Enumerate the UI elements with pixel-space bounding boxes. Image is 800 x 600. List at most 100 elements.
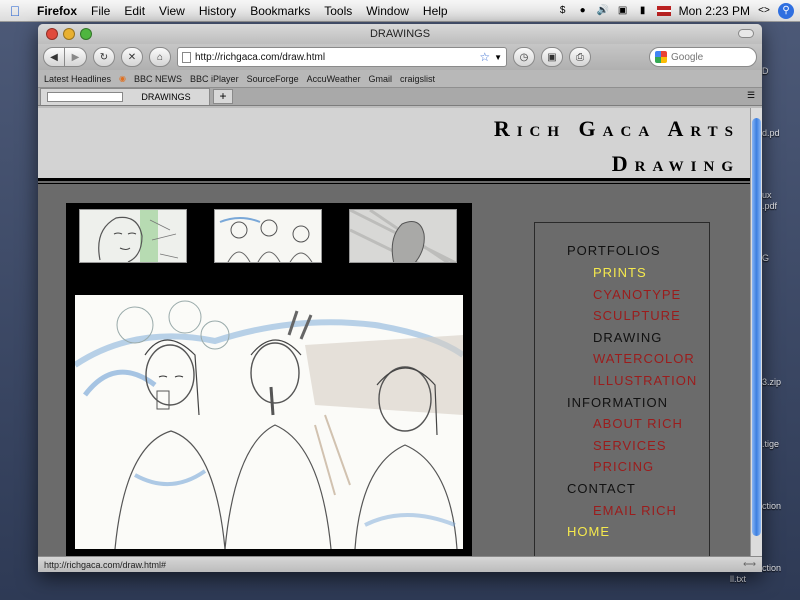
header-divider <box>38 178 750 181</box>
menu-view[interactable]: View <box>152 4 192 18</box>
drawing-gallery <box>66 203 472 556</box>
tab-label: DRAWINGS <box>141 92 191 102</box>
reload-button[interactable]: ↻ <box>93 47 115 67</box>
search-box[interactable] <box>649 47 757 67</box>
nav-illustration[interactable]: ILLUSTRATION <box>593 373 697 388</box>
menu-help[interactable]: Help <box>416 4 455 18</box>
address-bar[interactable]: http://richgaca.com/draw.html ☆ ▼ <box>177 47 507 67</box>
menu-app-firefox[interactable]: Firefox <box>30 4 84 18</box>
site-navigation: PORTFOLIOS PRINTS CYANOTYPE SCULPTURE DR… <box>534 222 710 556</box>
print-button[interactable]: ⎙ <box>569 47 591 67</box>
back-button[interactable]: ◀ <box>43 47 65 67</box>
screenshot-button[interactable]: ▣ <box>541 47 563 67</box>
desktop-label[interactable]: .pdf <box>762 201 777 211</box>
bookmark-latest-headlines[interactable]: Latest Headlines <box>44 74 111 84</box>
forward-button[interactable]: ▶ <box>65 47 87 67</box>
status-text: http://richgaca.com/draw.html# <box>44 559 167 570</box>
bookmark-gmail[interactable]: Gmail <box>368 74 392 84</box>
desktop-label[interactable]: G <box>762 253 769 263</box>
menubar-clock[interactable]: Mon 2:23 PM <box>679 4 750 18</box>
desktop-label[interactable]: d.pd <box>762 128 780 138</box>
page-heading: Drawing <box>611 151 740 176</box>
bookmark-sourceforge[interactable]: SourceForge <box>247 74 299 84</box>
display-icon[interactable]: ▣ <box>617 5 629 17</box>
desktop-label[interactable]: .tige <box>762 439 779 449</box>
browser-window: DRAWINGS ◀ ▶ ↻ ✕ ⌂ http://richgaca.com/d… <box>38 24 762 572</box>
tab-list-icon[interactable]: ☰ <box>744 90 758 102</box>
battery-icon[interactable]: ▮ <box>637 5 649 17</box>
nav-services[interactable]: SERVICES <box>593 438 667 453</box>
thumbnail-drawing-1[interactable] <box>79 209 187 263</box>
featured-drawing-image <box>75 295 463 549</box>
minimize-window-icon[interactable] <box>63 28 75 40</box>
volume-icon[interactable]: 🔊 <box>597 5 609 17</box>
menu-edit[interactable]: Edit <box>117 4 152 18</box>
nav-cyanotype[interactable]: CYANOTYPE <box>593 287 681 302</box>
page-icon <box>47 92 123 102</box>
desktop-label[interactable]: ux <box>762 190 772 200</box>
nav-portfolios: PORTFOLIOS <box>567 243 661 258</box>
thumbnail-three-girls-image <box>215 210 321 262</box>
bookmark-bbc-news[interactable]: BBC NEWS <box>134 74 182 84</box>
nav-drawing[interactable]: DRAWING <box>593 330 662 345</box>
site-header: Rich Gaca Arts Drawing <box>38 108 750 178</box>
menu-bookmarks[interactable]: Bookmarks <box>243 4 317 18</box>
code-icon[interactable]: <> <box>758 5 770 17</box>
google-icon[interactable] <box>655 51 667 63</box>
window-title: DRAWINGS <box>369 28 431 40</box>
apple-menu-icon[interactable]:  <box>0 3 30 19</box>
flag-icon[interactable] <box>656 5 671 16</box>
thumbnail-profile-image <box>350 210 456 262</box>
nav-prints[interactable]: PRINTS <box>593 265 647 280</box>
url-text[interactable]: http://richgaca.com/draw.html <box>195 52 475 63</box>
nav-home[interactable]: HOME <box>567 524 610 539</box>
vertical-scrollbar[interactable] <box>750 108 762 556</box>
nav-about-rich[interactable]: ABOUT RICH <box>593 416 683 431</box>
desktop-label[interactable]: 3.zip <box>762 377 781 387</box>
home-button[interactable]: ⌂ <box>149 47 171 67</box>
thumbnail-drawing-3[interactable] <box>349 209 457 263</box>
history-button[interactable]: ◷ <box>513 47 535 67</box>
header-divider-thin <box>38 183 750 184</box>
menu-history[interactable]: History <box>192 4 243 18</box>
new-tab-button[interactable]: + <box>213 89 233 104</box>
bookmark-bbc-iplayer[interactable]: BBC iPlayer <box>190 74 239 84</box>
zoom-window-icon[interactable] <box>80 28 92 40</box>
nav-sculpture[interactable]: SCULPTURE <box>593 308 681 323</box>
featured-drawing <box>75 295 463 549</box>
spotlight-icon[interactable]: ⚲ <box>778 2 794 19</box>
tab-drawings[interactable]: DRAWINGS <box>40 88 210 105</box>
page-icon <box>182 51 191 63</box>
menu-tools[interactable]: Tools <box>317 4 359 18</box>
bookmark-accuweather[interactable]: AccuWeather <box>307 74 361 84</box>
back-forward-group: ◀ ▶ <box>43 47 87 67</box>
desktop-label[interactable]: ll.txt <box>730 574 746 584</box>
mac-menubar:  Firefox File Edit View History Bookmar… <box>0 0 800 22</box>
desktop-label[interactable]: ction <box>762 563 781 573</box>
nav-pricing[interactable]: PRICING <box>593 459 654 474</box>
scrollbar-thumb[interactable] <box>752 118 761 536</box>
status-bar: http://richgaca.com/draw.html# ⟷ <box>38 556 762 572</box>
toolbar-toggle-icon[interactable] <box>738 29 754 38</box>
site-title[interactable]: Rich Gaca Arts <box>494 116 740 142</box>
nav-email-rich[interactable]: EMAIL RICH <box>593 503 677 518</box>
menu-file[interactable]: File <box>84 4 117 18</box>
sync-icon[interactable]: ● <box>577 5 589 17</box>
close-window-icon[interactable] <box>46 28 58 40</box>
desktop-label[interactable]: ction <box>762 501 781 511</box>
url-dropdown-icon[interactable]: ▼ <box>494 53 502 62</box>
stop-button[interactable]: ✕ <box>121 47 143 67</box>
desktop-label[interactable]: D <box>762 66 769 76</box>
thumbnail-portrait-image <box>80 210 186 262</box>
script-icon[interactable]: $ <box>557 5 569 17</box>
page-content: Rich Gaca Arts Drawing PORTFOLIOS PRINTS… <box>38 108 750 556</box>
thumbnail-drawing-2[interactable] <box>214 209 322 263</box>
nav-watercolor[interactable]: WATERCOLOR <box>593 351 695 366</box>
rss-icon: ◉ <box>119 74 127 83</box>
resize-grip-icon[interactable]: ⟷ <box>743 559 756 570</box>
search-input[interactable] <box>671 51 741 63</box>
title-bar[interactable]: DRAWINGS <box>38 24 762 44</box>
bookmark-craigslist[interactable]: craigslist <box>400 74 435 84</box>
bookmark-star-icon[interactable]: ☆ <box>479 50 490 64</box>
menu-window[interactable]: Window <box>359 4 416 18</box>
